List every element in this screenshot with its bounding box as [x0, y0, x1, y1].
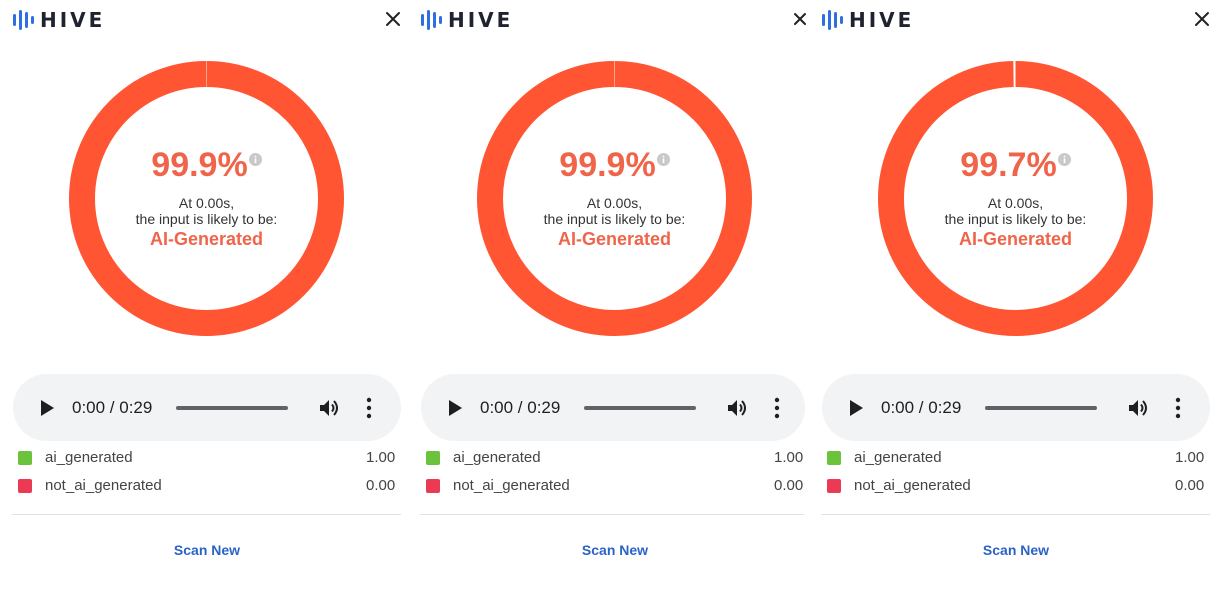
legend-value: 1.00 [366, 449, 396, 466]
verdict-label: AI-Generated [149, 229, 264, 249]
legend-value: 1.00 [774, 449, 804, 466]
more-vertical-icon[interactable] [773, 397, 781, 419]
volume-icon[interactable] [318, 397, 340, 419]
legend-row-ai-generated: ai_generated 1.00 [420, 448, 815, 468]
legend-row-ai-generated: ai_generated 1.00 [12, 448, 407, 468]
more-vertical-icon[interactable] [1174, 397, 1182, 419]
play-icon[interactable] [848, 399, 864, 417]
close-icon [794, 13, 806, 25]
player-time: 0:00 / 0:29 [480, 398, 561, 417]
hive-logo-icon [421, 10, 442, 30]
audio-player: 0:00 / 0:29 [822, 374, 1210, 441]
score-line: 99.9% [69, 145, 344, 189]
not-ai-generated-swatch [827, 479, 841, 493]
seek-bar[interactable] [985, 406, 1097, 410]
panel-header: HIVE [821, 0, 1221, 40]
legend-value: 1.00 [1175, 449, 1205, 466]
scan-new-button[interactable]: Scan New [555, 541, 675, 559]
verdict-label: AI-Generated [557, 229, 672, 249]
score-line: 99.7% [878, 145, 1153, 189]
timestamp-text: At 0.00s, [586, 195, 643, 211]
score-ring: 99.9% At 0.00s, the input is likely to b… [69, 61, 344, 336]
hive-logo: HIVE [420, 8, 513, 32]
result-panel-2: HIVE 99.9% At 0.00s, the input is likely… [420, 0, 815, 595]
legend-label: not_ai_generated [45, 477, 162, 494]
score-percentage: 99.9% [559, 146, 656, 184]
verdict-label: AI-Generated [958, 229, 1073, 249]
player-time: 0:00 / 0:29 [72, 398, 153, 417]
not-ai-generated-swatch [426, 479, 440, 493]
panel-header: HIVE [12, 0, 407, 40]
close-button[interactable] [791, 10, 809, 28]
audio-player: 0:00 / 0:29 [13, 374, 401, 441]
score-ring: 99.7% At 0.00s, the input is likely to b… [878, 61, 1153, 336]
close-button[interactable] [384, 10, 402, 28]
ai-generated-swatch [18, 451, 32, 465]
more-vertical-icon[interactable] [365, 397, 373, 419]
audio-player: 0:00 / 0:29 [421, 374, 805, 441]
scan-new-button[interactable]: Scan New [956, 541, 1076, 559]
scan-new-button[interactable]: Scan New [147, 541, 267, 559]
play-icon[interactable] [447, 399, 463, 417]
legend-row-not-ai-generated: not_ai_generated 0.00 [420, 476, 815, 496]
info-icon[interactable] [1057, 153, 1071, 166]
volume-icon[interactable] [726, 397, 748, 419]
legend-label: ai_generated [854, 449, 942, 466]
result-panel-3: HIVE 99.7% At 0.00s, the input is likely… [821, 0, 1221, 595]
score-percentage: 99.9% [151, 146, 248, 184]
legend-label: ai_generated [453, 449, 541, 466]
info-icon[interactable] [656, 153, 670, 166]
legend-row-not-ai-generated: not_ai_generated 0.00 [821, 476, 1221, 496]
legend-value: 0.00 [1175, 477, 1205, 494]
detection-results: HIVE 99.9% At 0.00s, the input is likely… [0, 0, 1226, 595]
score-line: 99.9% [477, 145, 752, 189]
play-icon[interactable] [39, 399, 55, 417]
not-ai-generated-swatch [18, 479, 32, 493]
legend-label: ai_generated [45, 449, 133, 466]
seek-bar[interactable] [584, 406, 696, 410]
legend-value: 0.00 [366, 477, 396, 494]
brand-name: HIVE [448, 8, 514, 32]
hive-logo-icon [13, 10, 34, 30]
timestamp-text: At 0.00s, [987, 195, 1044, 211]
ring-center: 99.9% At 0.00s, the input is likely to b… [69, 61, 344, 336]
divider [420, 514, 804, 515]
ai-generated-swatch [827, 451, 841, 465]
likely-text: the input is likely to be: [944, 211, 1087, 227]
likely-text: the input is likely to be: [543, 211, 686, 227]
volume-icon[interactable] [1127, 397, 1149, 419]
ring-center: 99.7% At 0.00s, the input is likely to b… [878, 61, 1153, 336]
info-icon[interactable] [248, 153, 262, 166]
legend-label: not_ai_generated [453, 477, 570, 494]
close-icon [1195, 12, 1209, 26]
brand-name: HIVE [40, 8, 106, 32]
seek-bar[interactable] [176, 406, 288, 410]
timestamp-text: At 0.00s, [178, 195, 235, 211]
divider [12, 514, 401, 515]
player-time: 0:00 / 0:29 [881, 398, 962, 417]
legend-value: 0.00 [774, 477, 804, 494]
score-ring: 99.9% At 0.00s, the input is likely to b… [477, 61, 752, 336]
legend-row-not-ai-generated: not_ai_generated 0.00 [12, 476, 407, 496]
close-icon [386, 12, 400, 26]
panel-header: HIVE [420, 0, 815, 40]
likely-text: the input is likely to be: [135, 211, 278, 227]
legend-label: not_ai_generated [854, 477, 971, 494]
hive-logo: HIVE [821, 8, 914, 32]
result-panel-1: HIVE 99.9% At 0.00s, the input is likely… [12, 0, 407, 595]
legend-row-ai-generated: ai_generated 1.00 [821, 448, 1221, 468]
hive-logo-icon [822, 10, 843, 30]
ring-center: 99.9% At 0.00s, the input is likely to b… [477, 61, 752, 336]
divider [821, 514, 1210, 515]
hive-logo: HIVE [12, 8, 105, 32]
close-button[interactable] [1193, 10, 1211, 28]
ai-generated-swatch [426, 451, 440, 465]
score-percentage: 99.7% [960, 146, 1057, 184]
brand-name: HIVE [849, 8, 915, 32]
